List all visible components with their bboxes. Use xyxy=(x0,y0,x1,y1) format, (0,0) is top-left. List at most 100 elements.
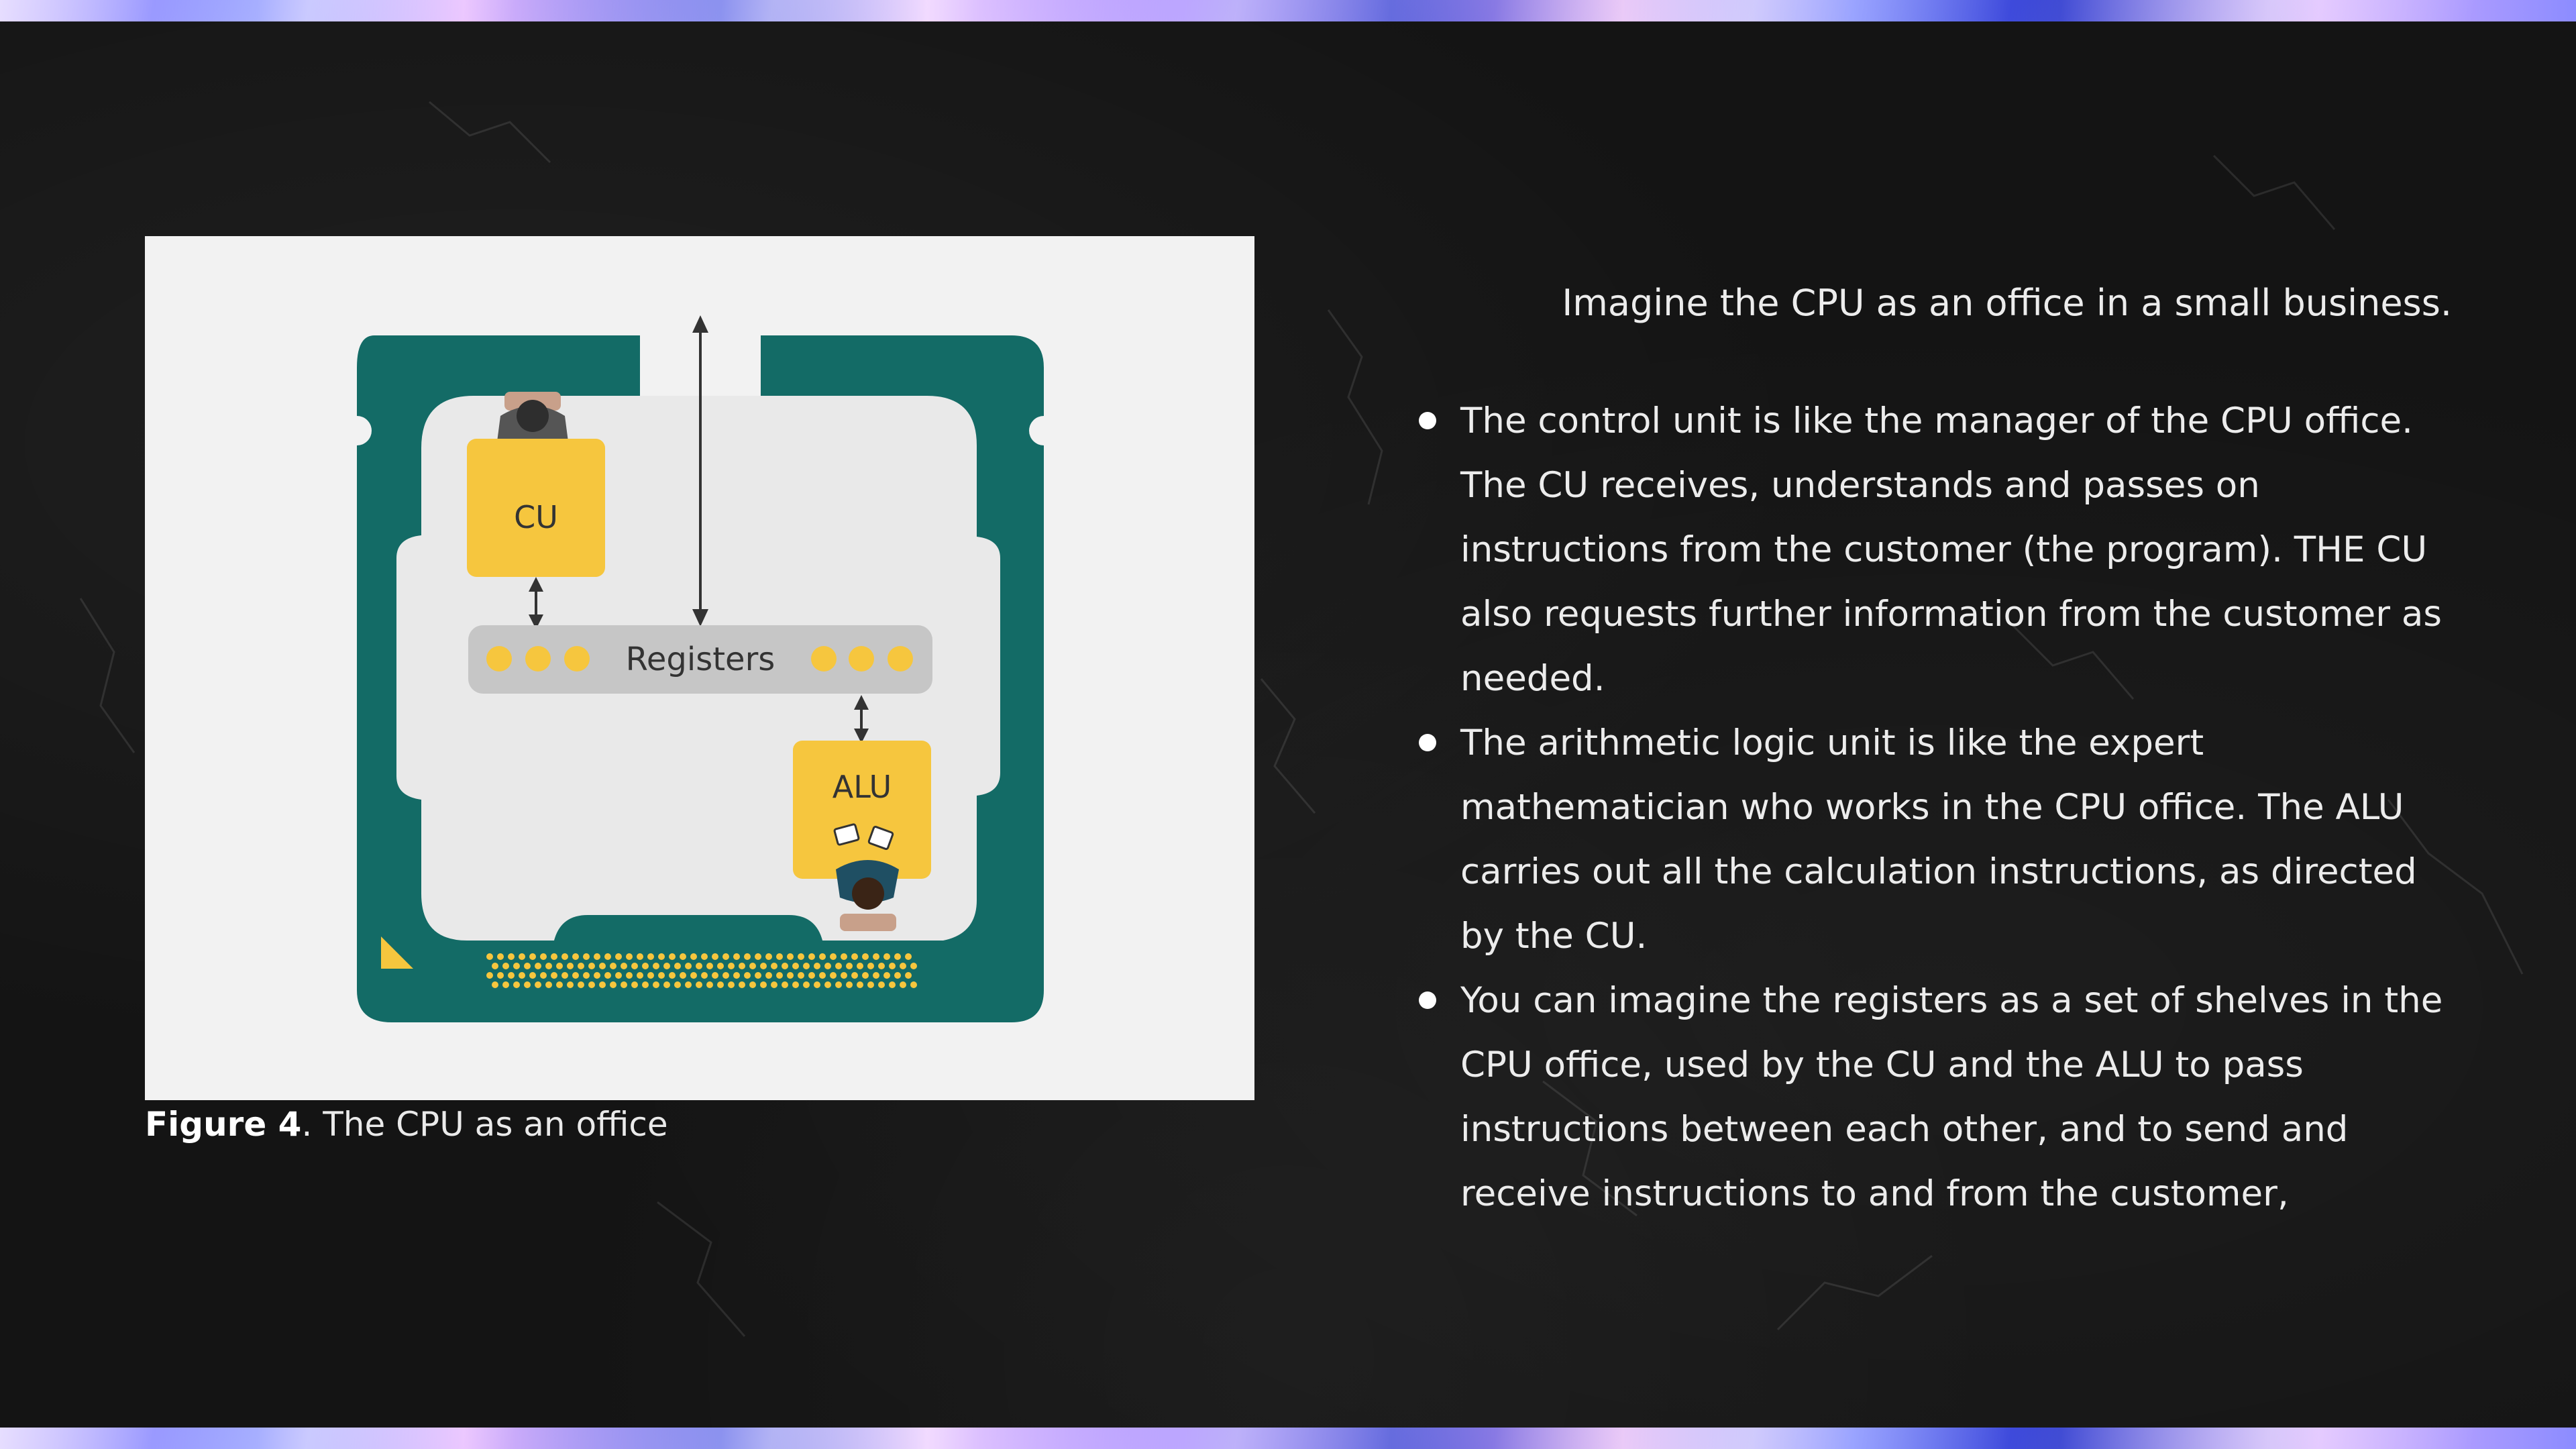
pin-dot xyxy=(739,963,745,969)
pin-dot xyxy=(755,972,761,979)
pin-dot xyxy=(529,972,536,979)
pin-dot xyxy=(642,981,649,988)
pin-dot xyxy=(658,953,665,960)
registers-label: Registers xyxy=(626,641,775,678)
pin-dot xyxy=(621,981,627,988)
pin-dot xyxy=(862,972,869,979)
bullet-list: The control unit is like the manager of … xyxy=(1419,389,2465,1226)
pin-dot xyxy=(894,972,901,979)
pin-dot xyxy=(626,972,633,979)
pin-dot xyxy=(808,953,815,960)
pin-dot xyxy=(824,963,831,969)
pin-dot xyxy=(524,981,531,988)
pin-dot xyxy=(615,953,622,960)
pin-dot xyxy=(776,972,783,979)
pin-dot xyxy=(755,953,761,960)
pin-dot xyxy=(696,981,702,988)
bullet-item: The arithmetic logic unit is like the ex… xyxy=(1419,711,2465,969)
pin-dot xyxy=(502,981,509,988)
pin-dot xyxy=(765,972,772,979)
pin-dot xyxy=(841,972,847,979)
pin-dot xyxy=(808,972,815,979)
pin-dot xyxy=(739,981,745,988)
pin-dot xyxy=(583,972,590,979)
pin-dot xyxy=(905,953,912,960)
bullet-text: The control unit is like the manager of … xyxy=(1460,400,2442,699)
pin-dot xyxy=(841,953,847,960)
pin-dot xyxy=(819,953,826,960)
pin-dot xyxy=(728,963,735,969)
pin-dot xyxy=(642,963,649,969)
pin-dot xyxy=(540,953,547,960)
chip-notch-icon xyxy=(342,416,372,445)
bullet-dot-icon xyxy=(1419,734,1436,751)
pin-dot xyxy=(556,963,563,969)
pin-dot xyxy=(744,972,751,979)
register-dots-left xyxy=(486,646,590,672)
pin-dot xyxy=(540,972,547,979)
pin-dot xyxy=(647,972,654,979)
pin-dot xyxy=(561,953,568,960)
pin-dot xyxy=(567,981,574,988)
pin-dot xyxy=(551,972,557,979)
pin-dot xyxy=(878,981,885,988)
pin-dot xyxy=(653,963,659,969)
pin-dot xyxy=(830,953,837,960)
cu-label: CU xyxy=(514,499,558,535)
pin-dot xyxy=(830,972,837,979)
pin-dot xyxy=(524,963,531,969)
pin-dot xyxy=(760,981,767,988)
bullet-item: The control unit is like the manager of … xyxy=(1419,389,2465,711)
pin-dot xyxy=(674,963,681,969)
pin-dot xyxy=(497,953,504,960)
pin-dot xyxy=(846,981,853,988)
pin-dot xyxy=(744,953,751,960)
pin-dot xyxy=(680,972,686,979)
pin-dot xyxy=(765,953,772,960)
pin-dot xyxy=(631,981,638,988)
pin-dot xyxy=(883,953,890,960)
caption-text: . The CPU as an office xyxy=(301,1105,668,1144)
pin-dot xyxy=(497,972,504,979)
pin-dot xyxy=(545,981,552,988)
pin-dot xyxy=(535,963,541,969)
pin-dot xyxy=(835,963,842,969)
pin-dot xyxy=(663,981,670,988)
pin-dot xyxy=(685,981,692,988)
pin-dot xyxy=(894,953,901,960)
pin-dot xyxy=(578,981,584,988)
pin-dot xyxy=(519,972,525,979)
pin-dot xyxy=(604,953,611,960)
pin-dot xyxy=(873,953,879,960)
chip-notch-icon xyxy=(1029,416,1059,445)
pin-dot xyxy=(588,963,595,969)
pin-dot xyxy=(492,963,498,969)
bullet-text: You can imagine the registers as a set o… xyxy=(1460,980,2443,1214)
pin-dot xyxy=(889,981,896,988)
pin-dot xyxy=(594,972,600,979)
bullet-text: The arithmetic logic unit is like the ex… xyxy=(1460,722,2417,957)
bullet-dot-icon xyxy=(1419,412,1436,429)
pin-dot xyxy=(717,963,724,969)
pin-dot xyxy=(712,972,718,979)
pin-dot xyxy=(733,953,740,960)
pin-dot xyxy=(803,963,810,969)
pin-dot xyxy=(610,963,616,969)
decorative-bottom-band xyxy=(0,1428,2576,1449)
pin-dot xyxy=(717,981,724,988)
alu-label: ALU xyxy=(833,769,892,805)
pin-dot xyxy=(722,972,729,979)
pin-dot xyxy=(910,981,917,988)
pin-dot xyxy=(551,953,557,960)
pin-dot xyxy=(690,953,697,960)
pin-dot xyxy=(814,981,820,988)
pin-dot xyxy=(798,953,804,960)
cpu-office-figure: CU Registers ALU xyxy=(145,236,1254,1100)
pin-dot xyxy=(712,953,718,960)
pin-dot xyxy=(556,981,563,988)
pin-dot xyxy=(771,981,777,988)
pin-dot xyxy=(674,981,681,988)
pin-dot xyxy=(535,981,541,988)
pin-dot xyxy=(663,963,670,969)
pin-dot xyxy=(588,981,595,988)
